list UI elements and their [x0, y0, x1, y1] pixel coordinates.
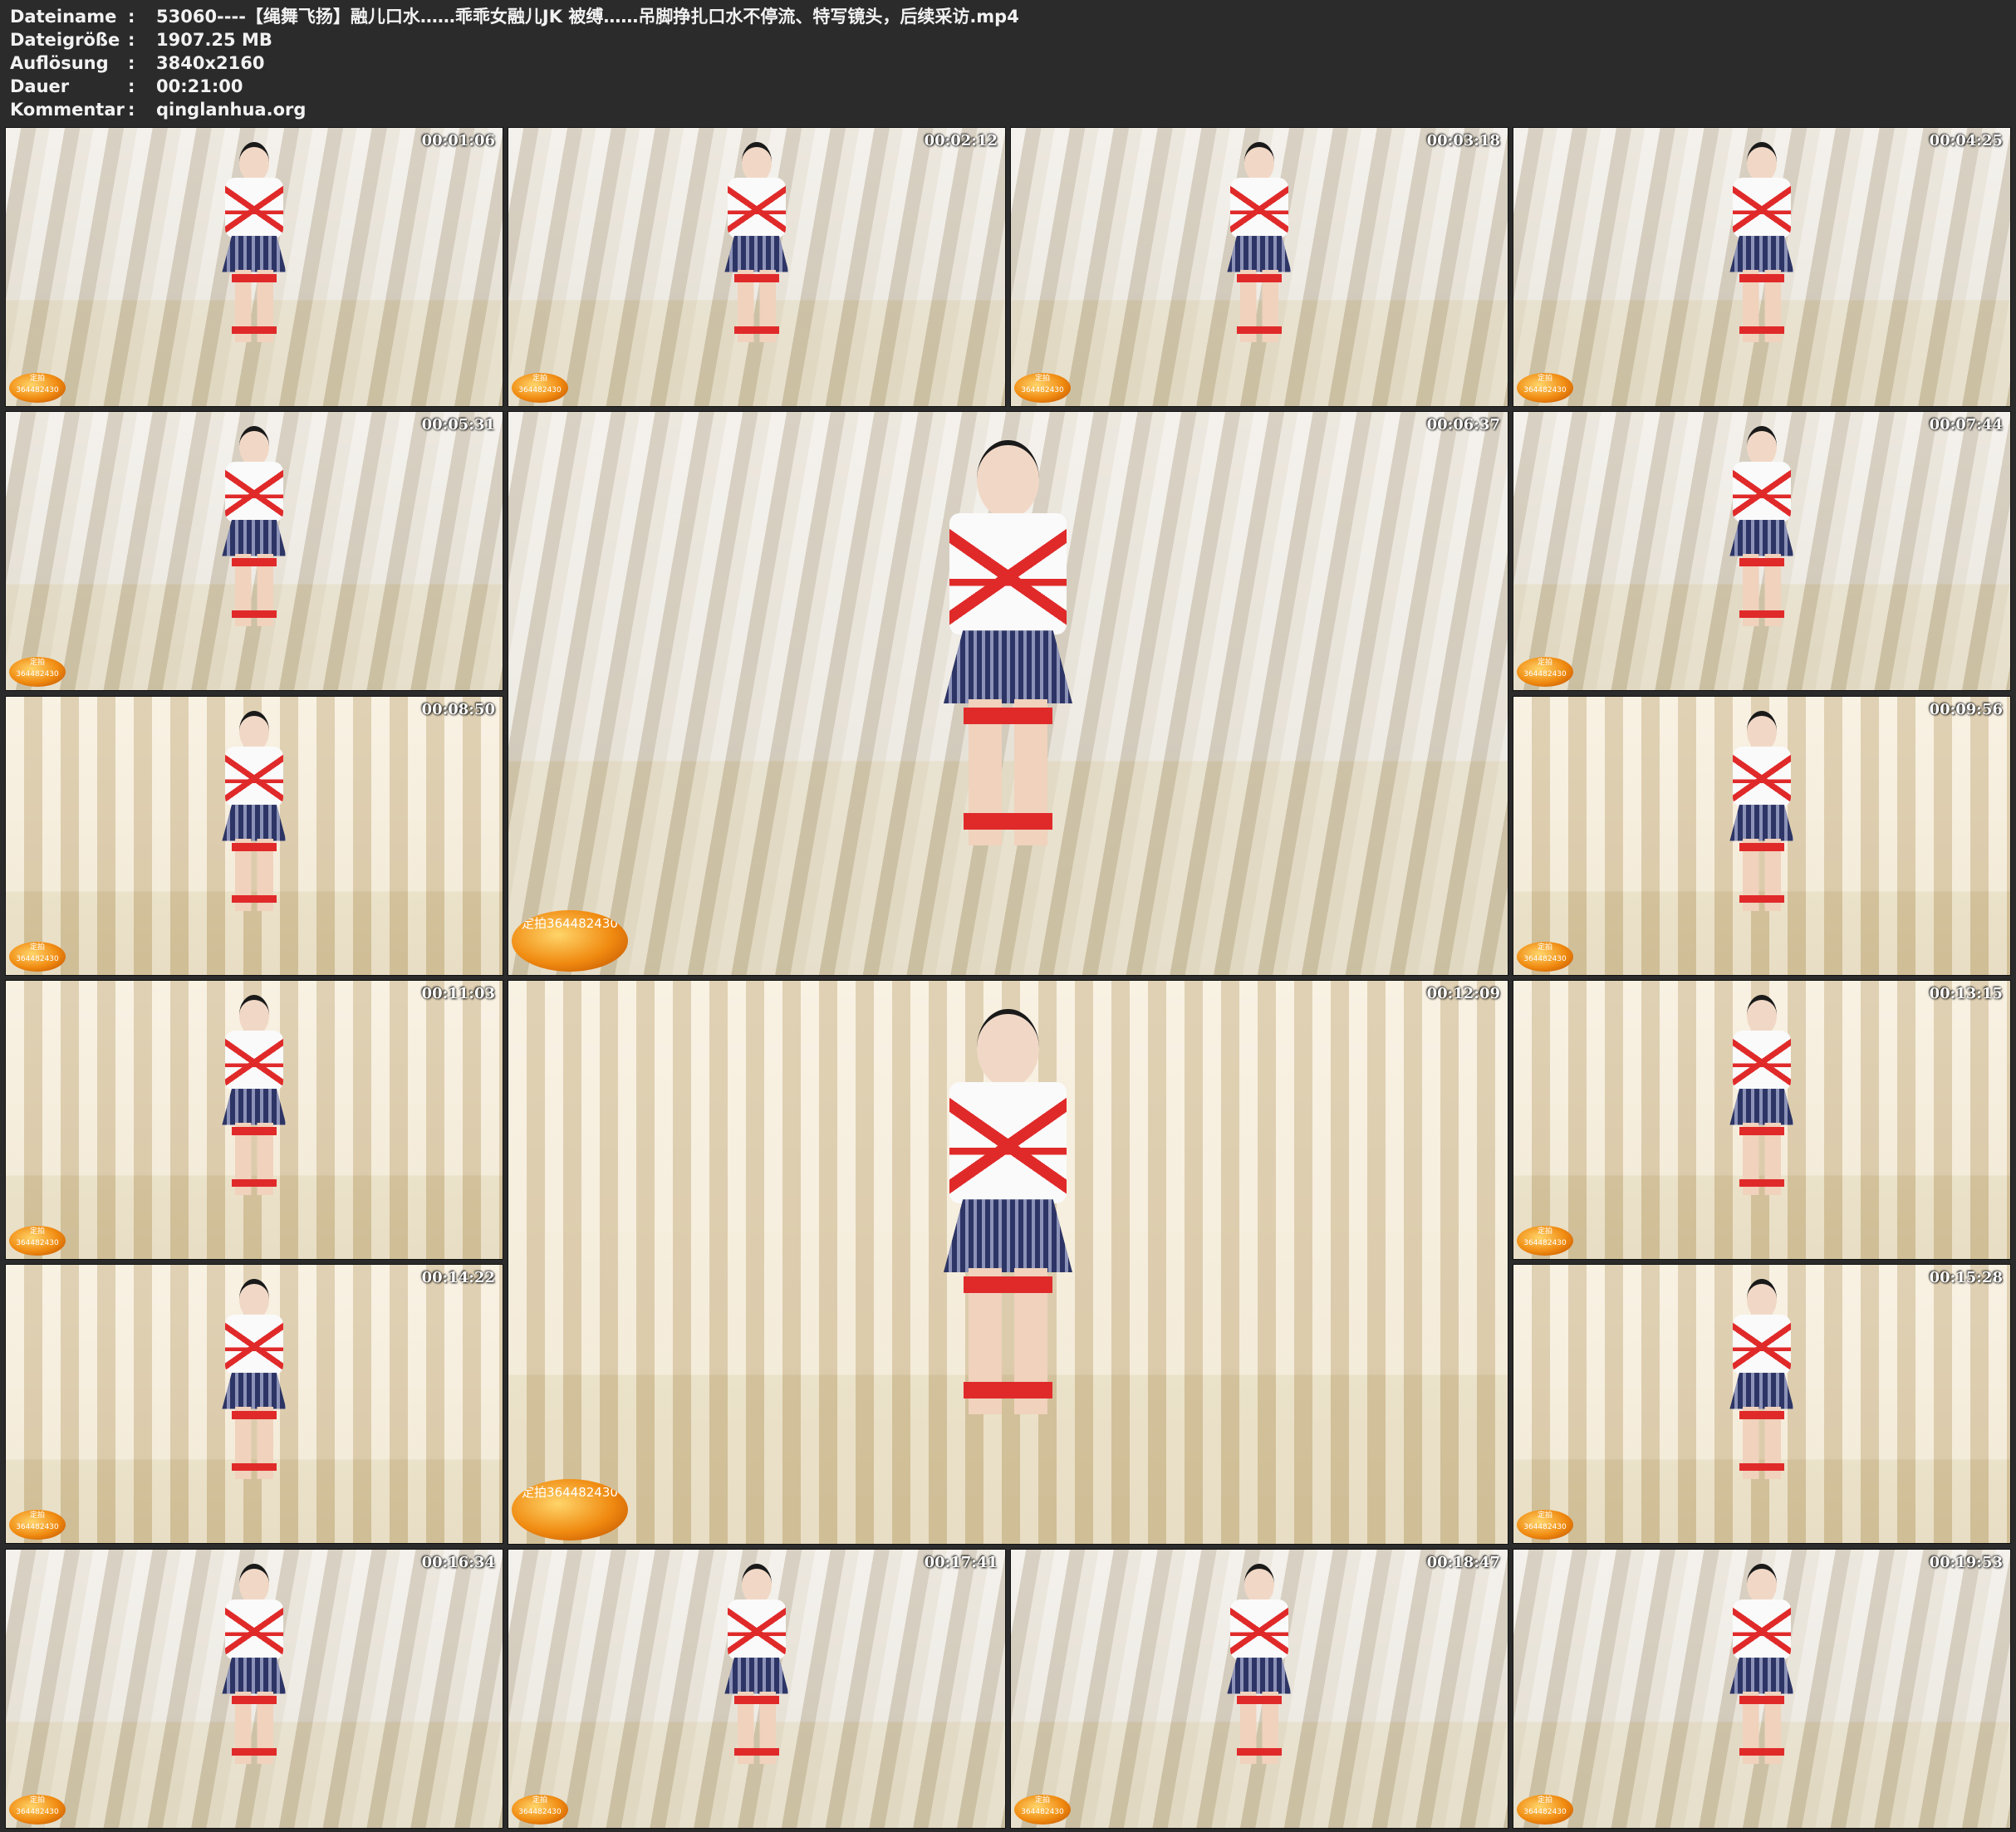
- figure-illustration: [1727, 141, 1797, 342]
- watermark-logo: 定拍364482430: [9, 942, 66, 972]
- figure-illustration: [938, 439, 1077, 846]
- figure-illustration: [1224, 141, 1294, 342]
- watermark-logo: 定拍364482430: [1517, 1510, 1573, 1540]
- watermark-logo: 定拍364482430: [1517, 942, 1573, 972]
- video-thumbnail[interactable]: 00:07:44 定拍364482430: [1513, 411, 2011, 691]
- video-thumbnail[interactable]: 00:09:56 定拍364482430: [1513, 696, 2011, 976]
- timestamp-label: 00:18:47: [1426, 1554, 1500, 1571]
- video-thumbnail[interactable]: 00:14:22 定拍364482430: [5, 1264, 503, 1544]
- video-thumbnail[interactable]: 00:15:28 定拍364482430: [1513, 1264, 2011, 1544]
- timestamp-label: 00:08:50: [421, 701, 495, 718]
- figure-illustration: [1727, 1563, 1797, 1764]
- video-thumbnail[interactable]: 00:13:15 定拍364482430: [1513, 980, 2011, 1260]
- figure-illustration: [1727, 1278, 1797, 1479]
- figure-illustration: [1224, 1563, 1294, 1764]
- video-thumbnail[interactable]: 00:05:31 定拍364482430: [5, 411, 503, 691]
- timestamp-label: 00:04:25: [1929, 132, 2003, 149]
- watermark-logo: 定拍364482430: [9, 1226, 66, 1256]
- video-thumbnail[interactable]: 00:18:47 定拍364482430: [1010, 1549, 1508, 1829]
- watermark-logo: 定拍364482430: [9, 1510, 66, 1540]
- timestamp-label: 00:05:31: [421, 416, 495, 434]
- watermark-logo: 定拍364482430: [512, 910, 628, 972]
- video-thumbnail[interactable]: 00:06:37 定拍364482430: [508, 411, 1508, 976]
- watermark-logo: 定拍364482430: [1517, 1795, 1573, 1825]
- figure-illustration: [219, 710, 289, 911]
- video-thumbnail[interactable]: 00:11:03 定拍364482430: [5, 980, 503, 1260]
- figure-illustration: [1727, 425, 1797, 626]
- watermark-logo: 定拍364482430: [1517, 657, 1573, 687]
- video-thumbnail[interactable]: 00:12:09 定拍364482430: [508, 980, 1508, 1545]
- timestamp-label: 00:07:44: [1929, 416, 2003, 434]
- figure-illustration: [722, 141, 792, 342]
- watermark-logo: 定拍364482430: [512, 1479, 628, 1541]
- figure-illustration: [1727, 994, 1797, 1195]
- timestamp-label: 00:17:41: [924, 1554, 998, 1571]
- timestamp-label: 00:03:18: [1426, 132, 1500, 149]
- video-thumbnail[interactable]: 00:02:12 定拍364482430: [508, 127, 1006, 407]
- timestamp-label: 00:02:12: [924, 132, 998, 149]
- figure-illustration: [219, 425, 289, 626]
- video-thumbnail[interactable]: 00:08:50 定拍364482430: [5, 696, 503, 976]
- figure-illustration: [1727, 710, 1797, 911]
- figure-illustration: [219, 1563, 289, 1764]
- timestamp-label: 00:06:37: [1426, 416, 1500, 434]
- watermark-logo: 定拍364482430: [1014, 1795, 1071, 1825]
- figure-illustration: [219, 1278, 289, 1479]
- thumbnail-grid: 00:01:06 定拍364482430 00:02:12 定拍364482430 00…: [0, 0, 2016, 1832]
- timestamp-label: 00:19:53: [1929, 1554, 2003, 1571]
- timestamp-label: 00:01:06: [421, 132, 495, 149]
- watermark-logo: 定拍364482430: [512, 373, 568, 403]
- watermark-logo: 定拍364482430: [9, 373, 66, 403]
- timestamp-label: 00:11:03: [421, 985, 495, 1002]
- video-thumbnail[interactable]: 00:17:41 定拍364482430: [508, 1549, 1006, 1829]
- video-thumbnail[interactable]: 00:03:18 定拍364482430: [1010, 127, 1508, 407]
- figure-illustration: [938, 1008, 1077, 1415]
- timestamp-label: 00:15:28: [1929, 1269, 2003, 1286]
- timestamp-label: 00:14:22: [421, 1269, 495, 1286]
- figure-illustration: [219, 141, 289, 342]
- figure-illustration: [219, 994, 289, 1195]
- video-thumbnail[interactable]: 00:04:25 定拍364482430: [1513, 127, 2011, 407]
- video-thumbnail[interactable]: 00:01:06 定拍364482430: [5, 127, 503, 407]
- watermark-logo: 定拍364482430: [1517, 1226, 1573, 1256]
- video-thumbnail[interactable]: 00:19:53 定拍364482430: [1513, 1549, 2011, 1829]
- figure-illustration: [722, 1563, 792, 1764]
- timestamp-label: 00:13:15: [1929, 985, 2003, 1002]
- timestamp-label: 00:16:34: [421, 1554, 495, 1571]
- timestamp-label: 00:12:09: [1426, 985, 1500, 1002]
- watermark-logo: 定拍364482430: [1517, 373, 1573, 403]
- watermark-logo: 定拍364482430: [1014, 373, 1071, 403]
- watermark-logo: 定拍364482430: [9, 657, 66, 687]
- video-thumbnail[interactable]: 00:16:34 定拍364482430: [5, 1549, 503, 1829]
- watermark-logo: 定拍364482430: [512, 1795, 568, 1825]
- watermark-logo: 定拍364482430: [9, 1795, 66, 1825]
- timestamp-label: 00:09:56: [1929, 701, 2003, 718]
